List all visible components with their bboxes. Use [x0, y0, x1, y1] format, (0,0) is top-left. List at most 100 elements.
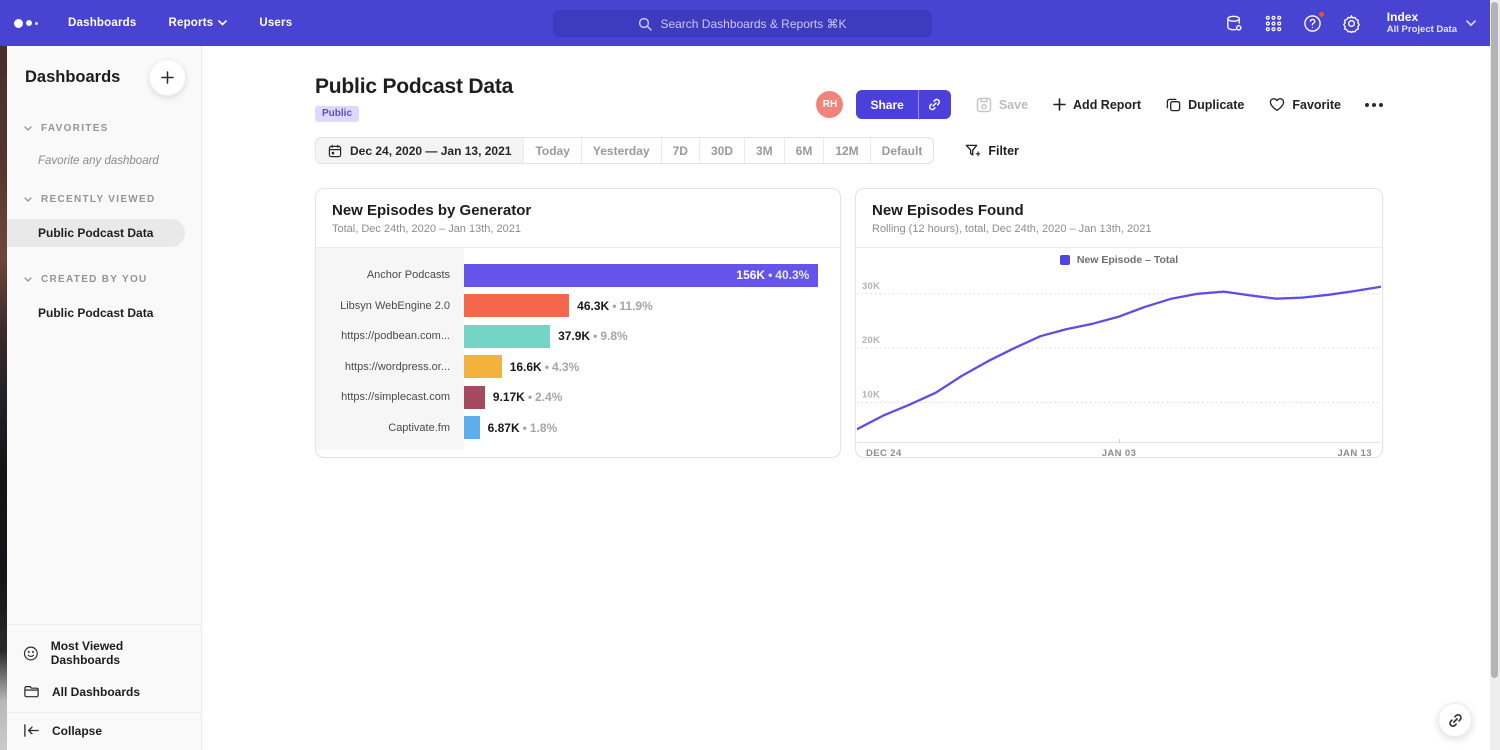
bar-row: https://podbean.com... 37.9K•9.8% — [316, 321, 840, 352]
filter-button[interactable]: Filter — [965, 144, 1019, 158]
bar-chart-rows: Anchor Podcasts 156K•40.3% Libsyn WebEngin… — [316, 248, 840, 458]
line-chart-x-axis: DEC 24 JAN 03 JAN 13 — [857, 442, 1381, 460]
search-placeholder: Search Dashboards & Reports ⌘K — [660, 17, 846, 31]
preset-default[interactable]: Default — [870, 138, 934, 163]
sidebar-section-favorites[interactable]: FAVORITES — [7, 123, 201, 134]
y-tick-label: 30K — [862, 281, 880, 292]
add-dashboard-button[interactable] — [149, 59, 186, 96]
bar-track: 156K•40.3% — [464, 264, 824, 287]
floating-link-button[interactable] — [1438, 703, 1472, 737]
bar-chart-subtitle: Total, Dec 24th, 2020 – Jan 13th, 2021 — [332, 223, 824, 235]
line-chart-subtitle: Rolling (12 hours), total, Dec 24th, 202… — [872, 223, 1366, 235]
bar-row: Anchor Podcasts 156K•40.3% — [316, 260, 840, 291]
preset-12m[interactable]: 12M — [823, 138, 869, 163]
apps-grid-icon[interactable] — [1264, 13, 1284, 33]
bar-track: 6.87K•1.8% — [464, 416, 824, 439]
link-icon — [927, 97, 942, 112]
save-icon — [976, 97, 992, 113]
bar-row: https://simplecast.com9.17K•2.4% — [316, 382, 840, 413]
settings-gear-icon[interactable] — [1342, 13, 1362, 33]
save-button[interactable]: Save — [976, 97, 1028, 113]
data-sources-icon[interactable] — [1225, 13, 1245, 33]
bar[interactable] — [464, 355, 502, 378]
preset-7d[interactable]: 7D — [661, 138, 699, 163]
help-icon[interactable] — [1303, 13, 1323, 33]
desktop-background-sliver — [0, 46, 7, 750]
calendar-icon — [328, 144, 342, 158]
bar[interactable] — [464, 294, 569, 317]
filter-funnel-icon — [965, 144, 980, 158]
bar[interactable]: 156K•40.3% — [464, 264, 818, 287]
y-tick-label: 20K — [862, 335, 880, 346]
nav-item-reports[interactable]: Reports — [168, 17, 227, 29]
collapse-arrow-icon — [23, 723, 40, 738]
most-viewed-dashboards-link[interactable]: Most Viewed Dashboards — [7, 631, 201, 675]
chevron-down-icon — [24, 197, 32, 203]
bar-category-label: Anchor Podcasts — [316, 269, 464, 281]
y-tick-label: 10K — [862, 390, 880, 401]
app-logo-icon[interactable] — [14, 19, 54, 28]
bar-chart-title: New Episodes by Generator — [332, 202, 824, 219]
smiley-icon — [23, 645, 39, 662]
bar[interactable] — [464, 416, 480, 439]
bar-track: 9.17K•2.4% — [464, 386, 824, 409]
favorite-button[interactable]: Favorite — [1269, 97, 1341, 112]
more-options-button[interactable] — [1365, 103, 1383, 107]
chevron-down-icon — [218, 20, 227, 26]
bar-row: https://wordpress.or...16.6K•4.3% — [316, 352, 840, 383]
sidebar-item-public-podcast-data-created[interactable]: Public Podcast Data — [7, 299, 201, 327]
line-chart-plot[interactable]: 30K 20K 10K — [857, 272, 1381, 442]
date-range-control: Dec 24, 2020 — Jan 13, 2021 Today Yester… — [315, 137, 934, 164]
share-link-button[interactable] — [918, 90, 951, 119]
bar-value-label: 6.87K•1.8% — [488, 421, 558, 435]
folder-icon — [23, 683, 40, 700]
preset-3m[interactable]: 3M — [744, 138, 784, 163]
sidebar-item-public-podcast-data[interactable]: Public Podcast Data — [7, 219, 185, 247]
duplicate-button[interactable]: Duplicate — [1166, 97, 1244, 112]
x-tick-label: DEC 24 — [866, 448, 902, 459]
page-scrollbar-thumb[interactable] — [1491, 2, 1498, 678]
bar-chart-card: New Episodes by Generator Total, Dec 24t… — [315, 188, 841, 458]
nav-item-users[interactable]: Users — [259, 17, 292, 29]
add-report-button[interactable]: Add Report — [1053, 98, 1141, 112]
bar[interactable] — [464, 325, 550, 348]
project-selector[interactable]: Index All Project Data — [1387, 10, 1476, 36]
bar-category-label: https://wordpress.or... — [316, 361, 464, 373]
x-axis-tick — [1119, 439, 1120, 443]
x-tick-label: JAN 03 — [1102, 448, 1137, 459]
bar-value-label: 156K•40.3% — [736, 268, 809, 282]
preset-today[interactable]: Today — [523, 138, 580, 163]
project-name: Index — [1387, 10, 1457, 24]
avatar[interactable]: RH — [816, 91, 843, 118]
bar-track: 37.9K•9.8% — [464, 325, 824, 348]
search-input[interactable]: Search Dashboards & Reports ⌘K — [553, 10, 932, 37]
line-chart-title: New Episodes Found — [872, 202, 1366, 219]
chevron-down-icon — [24, 126, 32, 132]
bar-row: Libsyn WebEngine 2.046.3K•11.9% — [316, 291, 840, 322]
bar-value-label: 37.9K•9.8% — [558, 329, 628, 343]
line-chart-card: New Episodes Found Rolling (12 hours), t… — [855, 188, 1383, 458]
nav-item-dashboards[interactable]: Dashboards — [68, 17, 136, 29]
share-button[interactable]: Share — [856, 90, 917, 119]
search-icon — [638, 17, 652, 31]
bar-category-label: https://podbean.com... — [316, 330, 464, 342]
preset-6m[interactable]: 6M — [784, 138, 824, 163]
duplicate-icon — [1166, 97, 1181, 112]
project-scope: All Project Data — [1387, 24, 1457, 36]
preset-yesterday[interactable]: Yesterday — [581, 138, 661, 163]
bar-category-label: Captivate.fm — [316, 422, 464, 434]
sidebar-section-created-by-you[interactable]: CREATED BY YOU — [7, 274, 201, 285]
collapse-sidebar-button[interactable]: Collapse — [7, 712, 201, 750]
date-range-button[interactable]: Dec 24, 2020 — Jan 13, 2021 — [316, 138, 523, 163]
bar-value-label: 46.3K•11.9% — [577, 299, 653, 313]
preset-30d[interactable]: 30D — [699, 138, 744, 163]
x-tick-label: JAN 13 — [1337, 448, 1372, 459]
bar[interactable] — [464, 386, 485, 409]
chevron-down-icon — [1466, 20, 1476, 27]
sidebar-section-recently-viewed[interactable]: RECENTLY VIEWED — [7, 194, 201, 205]
bar-track: 46.3K•11.9% — [464, 294, 824, 317]
page-title: Public Podcast Data — [315, 75, 513, 99]
all-dashboards-link[interactable]: All Dashboards — [7, 675, 201, 708]
sidebar-title: Dashboards — [25, 68, 120, 87]
line-chart-legend[interactable]: New Episode – Total — [856, 248, 1382, 272]
